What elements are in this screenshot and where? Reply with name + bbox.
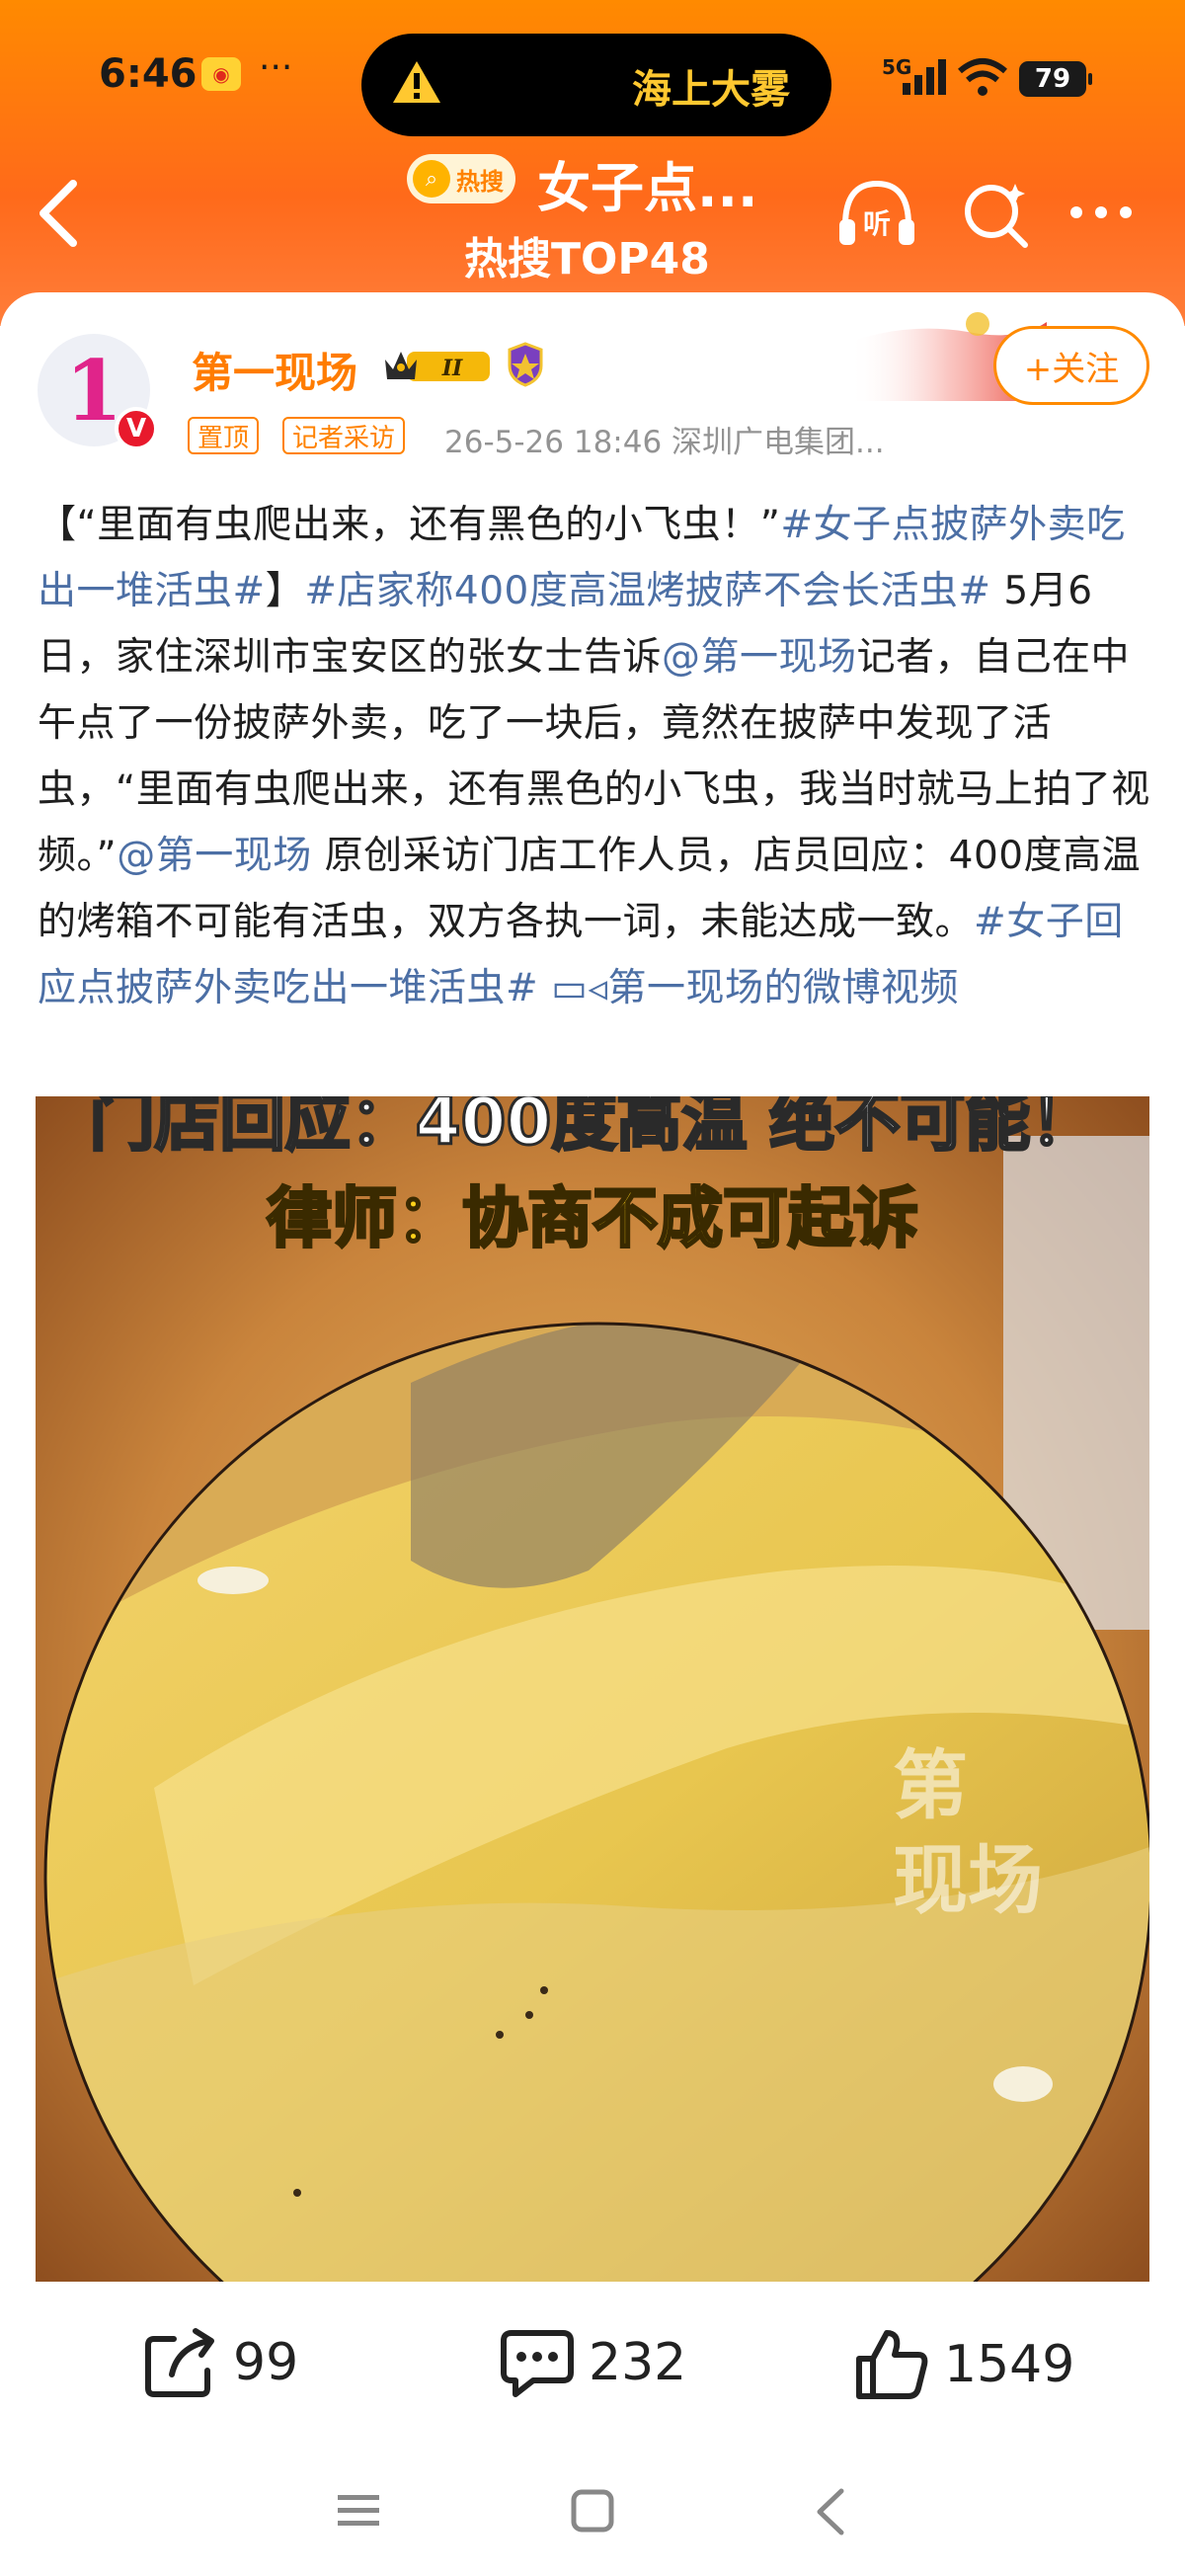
hot-search-icon: ⌕ bbox=[413, 160, 450, 198]
verified-badge-icon: V bbox=[115, 407, 158, 450]
system-nav-bar bbox=[0, 2450, 1185, 2576]
video-caption-line1: 门店回应：400度高温 绝不可能！ bbox=[88, 1096, 1097, 1162]
island-alert-text: 海上大雾 bbox=[632, 67, 790, 113]
video-link[interactable]: ▭◃第一现场的微博视频 bbox=[551, 966, 959, 1010]
watermark-line1: 第 bbox=[893, 1741, 968, 1829]
post-body: 【“里面有虫爬出来，还有黑色的小飞虫！”#女子点披萨外卖吃出一堆活虫#】#店家称… bbox=[38, 492, 1151, 1021]
video-thumbnail[interactable]: 门店回应：400度高温 绝不可能！ 律师：协商不成可起诉 第现场 bbox=[36, 1096, 1149, 2282]
post-meta: 26-5-26 18:46 深圳广电集团... bbox=[444, 425, 885, 460]
listen-icon[interactable]: 听 bbox=[835, 176, 918, 251]
weibo-notification-icon: ◉ bbox=[201, 57, 241, 91]
like-icon bbox=[856, 2330, 928, 2399]
reporter-interview-tag: 记者采访 bbox=[282, 417, 406, 454]
author-name[interactable]: 第一现场 bbox=[192, 340, 357, 400]
back-icon[interactable] bbox=[30, 176, 89, 251]
like-count: 1549 bbox=[944, 2335, 1075, 2394]
signal-icon bbox=[903, 59, 946, 95]
repost-icon bbox=[145, 2328, 214, 2397]
mention-link[interactable]: @第一现场 bbox=[662, 635, 857, 680]
comment-count: 232 bbox=[589, 2333, 687, 2392]
video-caption-line2: 律师：协商不成可起诉 bbox=[266, 1179, 920, 1258]
home-icon[interactable] bbox=[571, 2489, 614, 2533]
repost-count: 99 bbox=[233, 2333, 299, 2392]
channel-watermark: 第现场 bbox=[893, 1738, 1043, 1928]
warning-icon bbox=[393, 61, 440, 103]
hashtag-link[interactable]: #店家称400度高温烤披萨不会长活虫# bbox=[304, 569, 990, 613]
page-subtitle[interactable]: 热搜TOP48 bbox=[464, 223, 710, 286]
search-share-icon[interactable] bbox=[960, 178, 1031, 249]
video-link-icon: ▭◃ bbox=[551, 966, 608, 1010]
wifi-icon bbox=[958, 58, 1007, 96]
shield-icon bbox=[508, 342, 543, 387]
more-icon[interactable] bbox=[1066, 198, 1136, 227]
repost-button[interactable]: 99 bbox=[144, 2327, 298, 2398]
battery-indicator: 79 bbox=[1019, 61, 1092, 97]
status-time: 6:46 bbox=[99, 51, 198, 97]
menu-icon[interactable] bbox=[336, 2491, 381, 2531]
page-title: 女子点... bbox=[537, 157, 758, 219]
follow-button[interactable]: +关注 bbox=[993, 326, 1149, 405]
comment-icon bbox=[501, 2330, 574, 2397]
watermark-line2: 现场 bbox=[893, 1836, 1043, 1924]
text-segment: 【“里面有虫爬出来，还有黑色的小飞虫！” bbox=[38, 503, 781, 547]
back-nav-icon[interactable] bbox=[812, 2487, 847, 2536]
like-button[interactable]: 1549 bbox=[855, 2327, 1074, 2402]
status-more-dots: ··· bbox=[259, 47, 293, 88]
video-link-label: 第一现场的微博视频 bbox=[607, 966, 960, 1010]
mention-link[interactable]: @第一现场 bbox=[117, 834, 312, 878]
text-segment: 】 bbox=[265, 569, 305, 613]
action-bar: 99 232 1549 bbox=[0, 2290, 1185, 2438]
comment-button[interactable]: 232 bbox=[500, 2327, 686, 2398]
crown-level-icon: II bbox=[385, 352, 490, 381]
listen-label: 听 bbox=[863, 207, 891, 240]
pinned-tag: 置顶 bbox=[188, 417, 260, 454]
pizza-closeup-image bbox=[36, 1096, 1149, 2282]
rank-badge-label: II bbox=[441, 356, 463, 381]
